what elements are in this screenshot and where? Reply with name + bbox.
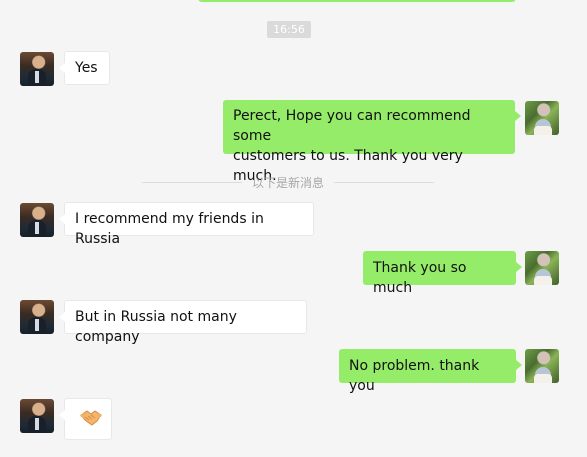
timestamp-label: 16:56: [267, 21, 311, 38]
previous-message-bubble: [198, 0, 516, 2]
incoming-emoji-bubble[interactable]: [59, 398, 112, 440]
contact-avatar[interactable]: [20, 300, 54, 334]
divider-line-left: [142, 181, 242, 183]
self-avatar[interactable]: [525, 349, 559, 383]
contact-avatar[interactable]: [20, 52, 54, 86]
incoming-message-bubble[interactable]: I recommend my friends in Russia: [59, 202, 314, 247]
new-messages-divider: 以下是新消息: [142, 174, 435, 190]
chat-window: 16:56 Yes Perect, Hope you can recommend…: [0, 0, 587, 457]
message-text-line-1: Perect, Hope you can recommend some: [233, 108, 471, 144]
self-avatar[interactable]: [525, 251, 559, 285]
incoming-message-bubble[interactable]: Yes: [59, 51, 110, 85]
outgoing-message-bubble[interactable]: Perect, Hope you can recommend some cust…: [223, 100, 521, 184]
contact-avatar[interactable]: [20, 203, 54, 237]
contact-avatar[interactable]: [20, 399, 54, 433]
divider-line-right: [334, 181, 435, 183]
message-text: But in Russia not many company: [75, 309, 237, 345]
outgoing-message-bubble[interactable]: No problem. thank you: [339, 349, 522, 394]
divider-label: 以下是新消息: [252, 175, 325, 190]
handshake-icon: [80, 410, 102, 426]
message-text: Thank you so much: [373, 260, 467, 296]
self-avatar[interactable]: [525, 101, 559, 135]
message-text: No problem. thank you: [349, 358, 480, 394]
outgoing-message-bubble[interactable]: Thank you so much: [363, 251, 522, 296]
incoming-message-bubble[interactable]: But in Russia not many company: [59, 300, 307, 345]
message-text: I recommend my friends in Russia: [75, 211, 264, 247]
message-text: Yes: [75, 60, 98, 76]
